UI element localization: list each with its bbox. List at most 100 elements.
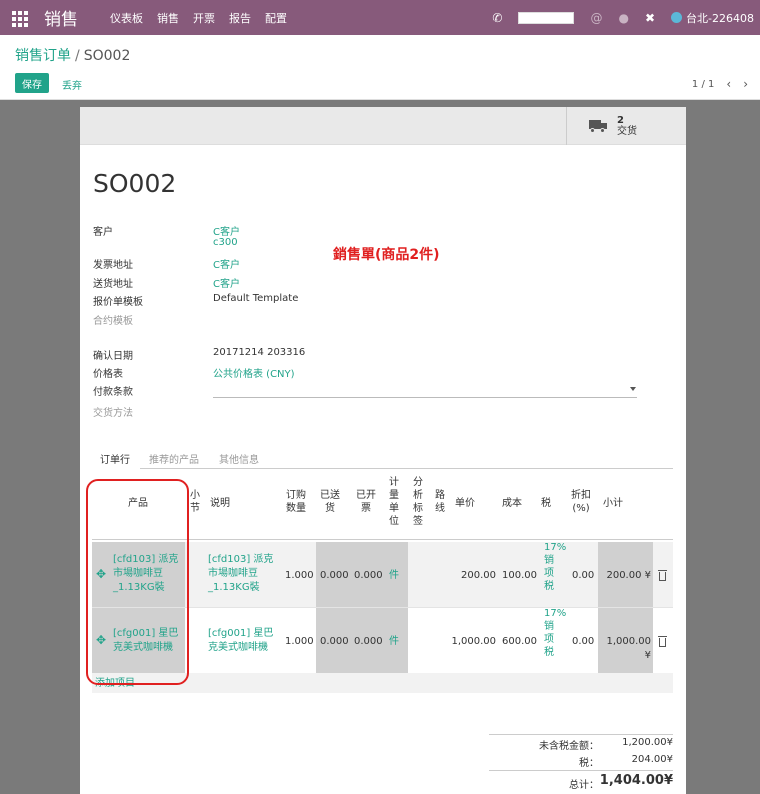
row-cost[interactable]: 600.00 — [502, 635, 537, 649]
tab-other-info[interactable]: 其他信息 — [219, 451, 259, 466]
trash-icon[interactable] — [658, 570, 667, 581]
menu-reporting[interactable]: 报告 — [229, 10, 251, 26]
trash-icon[interactable] — [658, 636, 667, 647]
row-ordered-qty[interactable]: 1.000 — [285, 635, 314, 649]
delivery-address-field[interactable]: C客户 — [213, 275, 240, 290]
total-value: 1,404.00¥ — [599, 773, 673, 788]
row-cost[interactable]: 100.00 — [502, 569, 537, 583]
phone-icon[interactable]: ✆ — [492, 11, 502, 25]
row-delivered[interactable]: 0.000 — [320, 635, 349, 649]
label-payment-terms: 付款条款 — [93, 387, 133, 398]
close-icon[interactable]: ✖ — [645, 11, 655, 25]
row-invoiced[interactable]: 0.000 — [354, 635, 383, 649]
breadcrumb-separator: / — [75, 48, 80, 64]
save-button[interactable]: 保存 — [15, 73, 49, 93]
col-header-cost[interactable]: 成本 — [500, 497, 524, 510]
truck-icon — [589, 120, 607, 133]
delivery-label: 交货 — [617, 126, 637, 137]
row-subtotal: 200.00 ¥ — [606, 570, 651, 581]
button-box: 2 交货 — [80, 107, 686, 145]
breadcrumb-current: SO002 — [83, 48, 131, 64]
tax-value: 204.00¥ — [631, 754, 673, 765]
chat-icon[interactable]: ● — [618, 11, 628, 25]
col-header-route[interactable]: 路 线 — [434, 489, 446, 515]
row-subtotal: 1,000.00 ¥ — [606, 636, 651, 661]
col-header-delivered[interactable]: 已送 货 — [318, 489, 342, 515]
row-ordered-qty[interactable]: 1.000 — [285, 569, 314, 583]
chevron-down-icon[interactable] — [630, 387, 636, 391]
row-invoiced[interactable]: 0.000 — [354, 569, 383, 583]
row-description[interactable]: [cfg001] 星巴克美式咖啡機 — [208, 627, 278, 655]
form-sheet: 2 交货 SO002 銷售單(商品2件) 客户 C客户 c300 发票地址 C客… — [80, 107, 686, 794]
col-header-subtotal[interactable]: 小计 — [600, 497, 626, 510]
row-description[interactable]: [cfd103] 派克市場咖啡豆_1.13KG裝 — [208, 553, 278, 595]
menu-sales[interactable]: 销售 — [157, 10, 179, 26]
label-invoice-address: 发票地址 — [93, 260, 133, 271]
at-icon[interactable]: @ — [590, 11, 602, 25]
row-uom[interactable]: 件 — [389, 569, 399, 583]
customer-field[interactable]: C客户 — [213, 223, 240, 238]
label-customer: 客户 — [93, 227, 113, 238]
delivery-count: 2 — [617, 115, 624, 126]
col-header-description[interactable]: 说明 — [208, 497, 232, 510]
payment-terms-select[interactable] — [213, 397, 637, 398]
pager-next-icon[interactable]: › — [743, 77, 748, 91]
annotation-text: 銷售單(商品2件) — [333, 247, 440, 263]
total-label: 总计： — [569, 780, 599, 791]
notebook-tabs: 订单行 推荐的产品 其他信息 — [92, 448, 673, 469]
top-navbar: 销售 仪表板 销售 开票 报告 配置 ✆ @ ● ✖ 台北-226408 — [0, 0, 760, 35]
tax-label: 税： — [579, 758, 599, 769]
quotation-template-field[interactable]: Default Template — [213, 293, 298, 304]
confirmation-date-field[interactable]: 20171214 203316 — [213, 347, 305, 358]
active-tab-indicator — [92, 467, 140, 469]
row-tax[interactable]: 17% 销 项 税 — [544, 541, 566, 593]
invoice-address-field[interactable]: C客户 — [213, 256, 240, 271]
search-field[interactable] — [518, 11, 575, 24]
apps-grid-icon[interactable] — [12, 10, 28, 27]
col-header-section[interactable]: 小 节 — [190, 489, 200, 515]
customer-ref[interactable]: c300 — [213, 237, 238, 248]
row-discount[interactable]: 0.00 — [572, 569, 594, 583]
menu-invoicing[interactable]: 开票 — [193, 10, 215, 26]
col-header-analytic-tags[interactable]: 分 析 标 签 — [412, 476, 424, 528]
row-discount[interactable]: 0.00 — [572, 635, 594, 649]
row-uom[interactable]: 件 — [389, 635, 399, 649]
menu-configuration[interactable]: 配置 — [265, 10, 287, 26]
pager: 1 / 1 ‹ › — [692, 77, 748, 91]
label-pricelist: 价格表 — [93, 369, 123, 380]
menu-dashboard[interactable]: 仪表板 — [110, 10, 143, 26]
page-title: SO002 — [93, 169, 177, 198]
user-menu[interactable]: 台北-226408 — [671, 10, 754, 26]
untaxed-label: 未含税金额： — [539, 741, 599, 752]
col-header-ordered-qty[interactable]: 订购 数量 — [282, 489, 310, 515]
control-panel: 销售订单 / SO002 保存 丢弃 1 / 1 ‹ › — [0, 35, 760, 100]
breadcrumb: 销售订单 / SO002 — [15, 45, 130, 65]
row-tax[interactable]: 17% 销 项 税 — [544, 607, 566, 659]
breadcrumb-sales-orders[interactable]: 销售订单 — [15, 48, 71, 64]
col-header-invoiced[interactable]: 已开 票 — [354, 489, 378, 515]
label-delivery-address: 送货地址 — [93, 279, 133, 290]
row-unit-price[interactable]: 200.00 — [442, 569, 496, 583]
avatar — [671, 12, 683, 23]
delivery-smart-button[interactable]: 2 交货 — [566, 107, 686, 145]
col-header-unit-price[interactable]: 单价 — [450, 497, 480, 510]
row-delivered[interactable]: 0.000 — [320, 569, 349, 583]
label-confirmation-date: 确认日期 — [93, 351, 133, 362]
label-quotation-template: 报价单模板 — [93, 297, 143, 308]
user-name: 台北-226408 — [686, 11, 754, 25]
col-header-discount[interactable]: 折扣 (%) — [568, 489, 594, 515]
discard-button[interactable]: 丢弃 — [62, 77, 82, 92]
tab-optional-products[interactable]: 推荐的产品 — [149, 451, 199, 466]
row-unit-price[interactable]: 1,000.00 — [442, 635, 496, 649]
app-brand: 销售 — [44, 10, 78, 30]
untaxed-value: 1,200.00¥ — [622, 737, 673, 748]
annotation-highlight — [86, 479, 189, 685]
label-contract-template: 合约模板 — [93, 316, 133, 327]
col-header-uom[interactable]: 计 量 单 位 — [388, 476, 400, 528]
pager-prev-icon[interactable]: ‹ — [726, 77, 731, 91]
pricelist-field[interactable]: 公共价格表 (CNY) — [213, 365, 295, 380]
tab-order-lines[interactable]: 订单行 — [100, 451, 130, 466]
col-header-tax[interactable]: 税 — [539, 497, 553, 510]
pager-value: 1 / 1 — [691, 78, 715, 90]
label-delivery-method: 交货方法 — [93, 408, 133, 419]
